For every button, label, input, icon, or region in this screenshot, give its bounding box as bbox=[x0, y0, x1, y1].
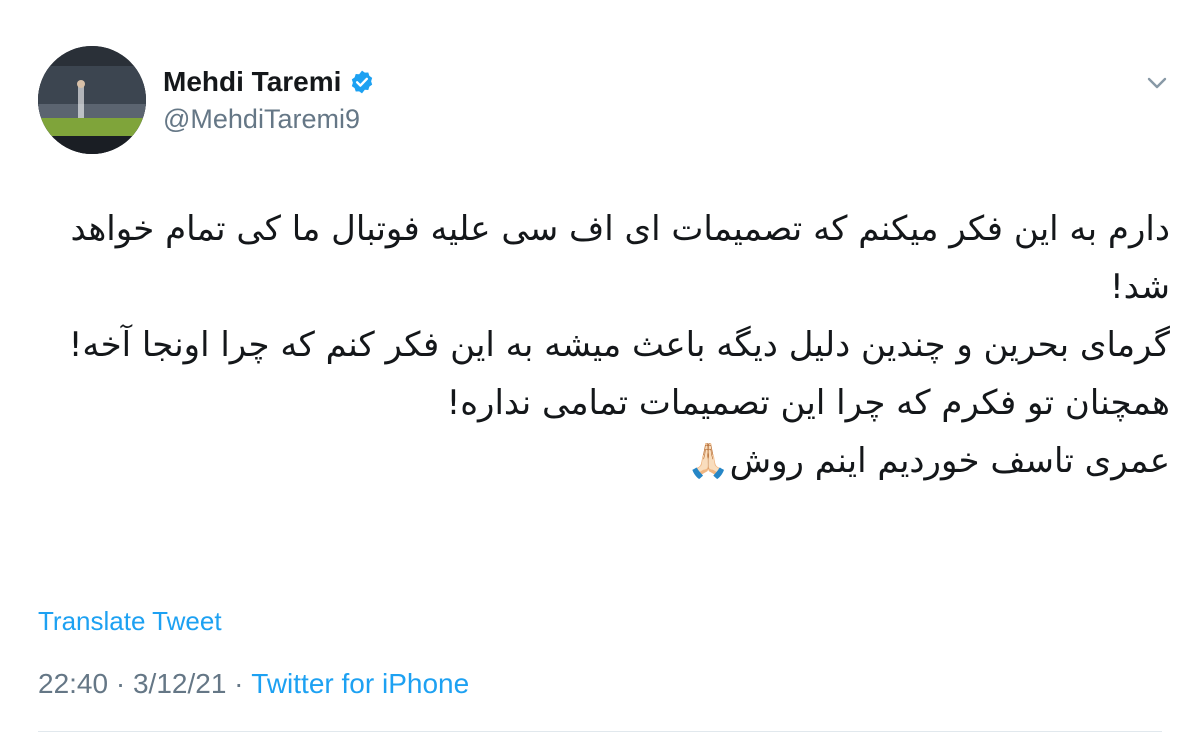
tweet-line: گرمای بحرین و چندین دلیل دیگه باعث میشه … bbox=[68, 325, 1170, 365]
chevron-down-icon[interactable] bbox=[1142, 68, 1172, 98]
author-name-row: Mehdi Taremi bbox=[163, 62, 375, 102]
meta-separator: · bbox=[108, 668, 133, 699]
avatar-image bbox=[38, 46, 146, 154]
meta-separator: · bbox=[226, 668, 252, 699]
tweet-line: دارم به این فکر میکنم که تصمیمات ای اف س… bbox=[70, 209, 1170, 307]
tweet-source-link[interactable]: Twitter for iPhone bbox=[251, 668, 469, 700]
tweet-line: همچنان تو فکرم که چرا این تصمیمات تمامی … bbox=[446, 383, 1170, 423]
tweet-line: عمری تاسف خوردیم اینم روش🙏🏻 bbox=[687, 441, 1170, 481]
author-display-name[interactable]: Mehdi Taremi bbox=[163, 66, 341, 98]
divider bbox=[38, 731, 1162, 732]
author-handle[interactable]: @MehdiTaremi9 bbox=[163, 104, 360, 135]
tweet-date: 3/12/21 bbox=[132, 668, 227, 699]
tweet-time: 22:40 bbox=[38, 668, 109, 699]
translate-tweet-link[interactable]: Translate Tweet bbox=[38, 606, 222, 637]
tweet-text: دارم به این فکر میکنم که تصمیمات ای اف س… bbox=[30, 200, 1170, 490]
tweet-meta: 22:40 · 3/12/21 · Twitter for iPhone bbox=[38, 668, 469, 700]
verified-badge-icon bbox=[349, 69, 375, 95]
avatar[interactable] bbox=[38, 46, 146, 154]
